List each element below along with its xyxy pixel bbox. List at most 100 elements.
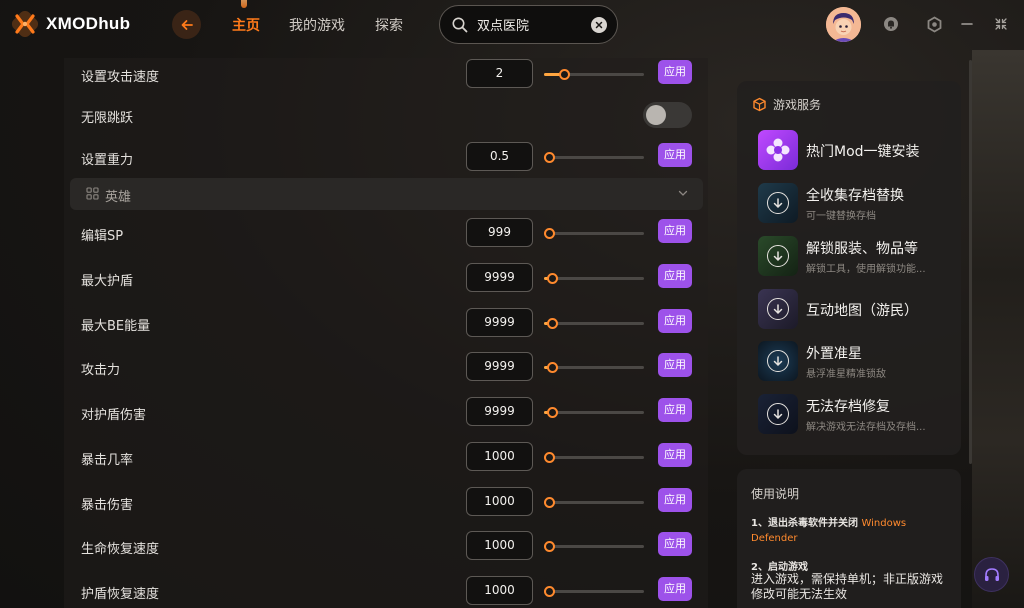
- apply-button[interactable]: 应用: [658, 532, 692, 556]
- setting-label: 暴击伤害: [81, 498, 134, 513]
- setting-row-1: 编辑SP 999 应用: [64, 218, 708, 248]
- service-title: 全收集存档替换: [806, 188, 904, 204]
- support-button[interactable]: [974, 557, 1009, 592]
- unlock-thumb: [758, 236, 798, 276]
- active-tab-glow: [241, 0, 247, 8]
- setting-row-8: 生命恢复速度 1000 应用: [64, 531, 708, 561]
- service-title: 热门Mod一键安装: [806, 144, 920, 160]
- apply-button[interactable]: 应用: [658, 488, 692, 512]
- infinite-jump-toggle[interactable]: [643, 102, 692, 128]
- search-icon: [452, 17, 468, 32]
- download-icon: [767, 350, 789, 372]
- section-header-hero[interactable]: 英雄: [70, 178, 703, 210]
- notification-button[interactable]: [881, 14, 901, 34]
- slider-knob[interactable]: [547, 318, 558, 329]
- usage-guide-card: 使用说明 1、退出杀毒软件并关闭 Windows Defender 2、启动游戏…: [737, 469, 961, 608]
- service-subtitle: 悬浮准星精准锁敌: [806, 369, 886, 380]
- value-slider[interactable]: [544, 452, 644, 463]
- apply-button[interactable]: 应用: [658, 264, 692, 288]
- services-header: 游戏服务: [752, 96, 821, 113]
- slider-knob[interactable]: [544, 541, 555, 552]
- value-input[interactable]: 9999: [466, 308, 533, 337]
- apply-button[interactable]: 应用: [658, 60, 692, 84]
- slider-knob[interactable]: [544, 497, 555, 508]
- value-slider[interactable]: [544, 318, 644, 329]
- setting-label: 对护盾伤害: [81, 408, 147, 423]
- service-item-interactive-map[interactable]: 互动地图（游民）: [758, 289, 948, 329]
- setting-row-3: 最大BE能量 9999 应用: [64, 308, 708, 338]
- bell-icon: [884, 17, 898, 31]
- value-input[interactable]: 1000: [466, 487, 533, 516]
- value-input[interactable]: 9999: [466, 263, 533, 292]
- headset-icon: [984, 567, 999, 581]
- value-slider[interactable]: [544, 497, 644, 508]
- tab-my-games[interactable]: 我的游戏: [289, 15, 345, 35]
- save-fix-thumb: [758, 394, 798, 434]
- service-item-save-replace[interactable]: 全收集存档替换 可一键替换存档: [758, 183, 948, 223]
- collapse-button[interactable]: [991, 14, 1011, 34]
- settings-button[interactable]: [924, 14, 944, 34]
- slider-knob[interactable]: [547, 407, 558, 418]
- slider-knob[interactable]: [559, 69, 570, 80]
- service-title: 无法存档修复: [806, 399, 890, 415]
- download-icon: [767, 403, 789, 425]
- service-item-crosshair[interactable]: 外置准星 悬浮准星精准锁敌: [758, 341, 948, 381]
- value-slider[interactable]: [544, 362, 644, 373]
- apply-button[interactable]: 应用: [658, 398, 692, 422]
- value-slider[interactable]: [544, 152, 644, 163]
- value-input[interactable]: 9999: [466, 352, 533, 381]
- setting-row-5: 对护盾伤害 9999 应用: [64, 397, 708, 427]
- value-input[interactable]: 9999: [466, 397, 533, 426]
- logo[interactable]: XMODhub: [12, 11, 130, 37]
- setting-row-9: 护盾恢复速度 1000 应用: [64, 576, 708, 606]
- value-input[interactable]: 0.5: [466, 142, 533, 171]
- tab-explore[interactable]: 探索: [375, 15, 403, 35]
- back-arrow-icon: [181, 19, 193, 30]
- toggle-knob: [646, 105, 666, 125]
- service-item-save-fix[interactable]: 无法存档修复 解决游戏无法存档及存档...: [758, 394, 948, 434]
- service-item-unlock[interactable]: 解锁服装、物品等 解锁工具，使用解锁功能...: [758, 236, 948, 276]
- apply-button[interactable]: 应用: [658, 219, 692, 243]
- value-slider[interactable]: [544, 586, 644, 597]
- apply-button[interactable]: 应用: [658, 353, 692, 377]
- apply-button[interactable]: 应用: [658, 577, 692, 601]
- value-input[interactable]: 999: [466, 218, 533, 247]
- tab-home[interactable]: 主页: [232, 15, 260, 35]
- value-input[interactable]: 1000: [466, 576, 533, 605]
- mod-install-thumb: [758, 130, 798, 170]
- clear-search-button[interactable]: [591, 17, 607, 33]
- slider-knob[interactable]: [547, 362, 558, 373]
- service-title: 互动地图（游民）: [806, 303, 918, 319]
- value-input[interactable]: 1000: [466, 442, 533, 471]
- services-scrollbar[interactable]: [969, 60, 972, 464]
- clear-icon: [595, 21, 603, 29]
- value-slider[interactable]: [544, 273, 644, 284]
- setting-row-gravity: 设置重力 0.5 应用: [64, 142, 708, 172]
- apply-button[interactable]: 应用: [658, 309, 692, 333]
- download-icon: [767, 245, 789, 267]
- logo-icon: [12, 11, 38, 37]
- apply-button[interactable]: 应用: [658, 443, 692, 467]
- slider-knob[interactable]: [547, 273, 558, 284]
- back-button[interactable]: [172, 10, 201, 39]
- value-slider[interactable]: [544, 69, 644, 80]
- slider-knob[interactable]: [544, 586, 555, 597]
- value-slider[interactable]: [544, 541, 644, 552]
- background-art: [972, 50, 1024, 608]
- user-avatar[interactable]: [826, 7, 861, 42]
- minimize-icon: [961, 23, 973, 25]
- slider-knob[interactable]: [544, 452, 555, 463]
- package-icon: [753, 97, 766, 112]
- apply-button[interactable]: 应用: [658, 143, 692, 167]
- value-slider[interactable]: [544, 228, 644, 239]
- value-input[interactable]: 1000: [466, 531, 533, 560]
- slider-knob[interactable]: [544, 152, 555, 163]
- guide-step-1: 1、退出杀毒软件并关闭 Windows Defender: [751, 516, 947, 546]
- value-input[interactable]: 2: [466, 59, 533, 88]
- slider-knob[interactable]: [544, 228, 555, 239]
- service-item-mod-install[interactable]: 热门Mod一键安装: [758, 130, 948, 170]
- guide-step-2: 2、启动游戏: [751, 562, 808, 573]
- minimize-button[interactable]: [957, 14, 977, 34]
- search-input[interactable]: [477, 17, 585, 32]
- value-slider[interactable]: [544, 407, 644, 418]
